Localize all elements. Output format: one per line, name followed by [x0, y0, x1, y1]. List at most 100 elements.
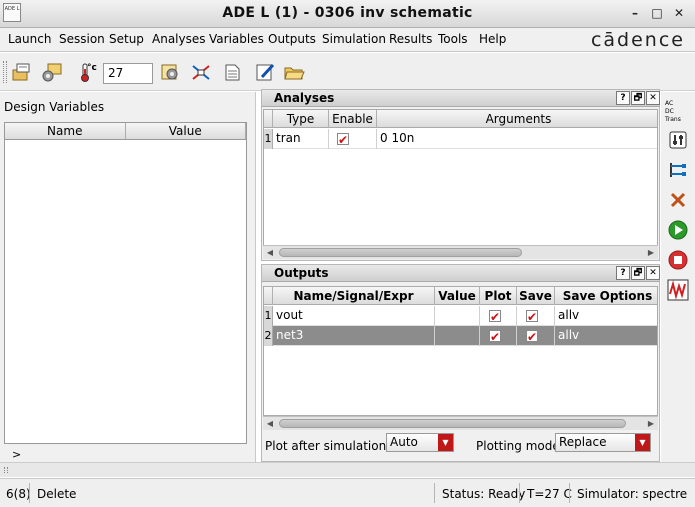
- column-arguments[interactable]: Arguments: [377, 110, 660, 128]
- help-icon[interactable]: ?: [616, 91, 630, 105]
- scroll-right-icon[interactable]: ▶: [644, 246, 658, 259]
- run-status: Status: Ready: [442, 487, 526, 501]
- save-cell: [517, 326, 555, 346]
- tune-icon[interactable]: [665, 128, 691, 152]
- help-icon[interactable]: ?: [616, 266, 630, 280]
- setup-outputs-icon[interactable]: [665, 158, 691, 182]
- select-on-schematic-icon[interactable]: [190, 61, 212, 83]
- outputs-title: Outputs: [274, 266, 329, 280]
- menu-results[interactable]: Results: [389, 32, 432, 46]
- plotting-mode-value: Replace: [559, 435, 607, 449]
- last-action: Delete: [37, 487, 77, 501]
- save-checkbox[interactable]: [526, 328, 538, 346]
- toolbar-grip: [3, 61, 7, 83]
- row-corner: [264, 287, 273, 305]
- analyses-table[interactable]: Type Enable Arguments 1 tran 0 10n: [263, 109, 658, 247]
- enable-cell: [329, 129, 377, 149]
- menu-analyses[interactable]: Analyses: [152, 32, 206, 46]
- status-divider: [519, 483, 520, 503]
- analysis-label-trans: Trans: [665, 116, 681, 123]
- netlist-icon[interactable]: [221, 61, 243, 83]
- maximize-button[interactable]: □: [650, 6, 664, 20]
- design-variables-table[interactable]: Name Value: [4, 122, 247, 444]
- menu-outputs[interactable]: Outputs: [268, 32, 316, 46]
- column-value[interactable]: Value: [435, 287, 480, 305]
- outputs-title-bar: Outputs ? 🗗 ✕: [262, 265, 660, 282]
- temperature-status: T=27 C: [527, 487, 572, 501]
- run-simulation-icon[interactable]: [665, 218, 691, 242]
- analyses-hscrollbar[interactable]: ◀ ▶: [263, 245, 658, 259]
- table-row[interactable]: 1 vout allv: [264, 306, 657, 326]
- scroll-left-icon[interactable]: ◀: [263, 246, 277, 259]
- output-value: [435, 306, 480, 326]
- column-enable[interactable]: Enable: [329, 110, 377, 128]
- design-variables-header: Name Value: [5, 123, 246, 140]
- float-icon[interactable]: 🗗: [631, 266, 645, 280]
- row-number: 1: [264, 306, 273, 326]
- analysis-label-dc: DC: [665, 108, 674, 115]
- close-button[interactable]: ✕: [672, 6, 686, 20]
- output-name: net3: [273, 326, 435, 346]
- outputs-dock: Outputs ? 🗗 ✕ Name/Signal/Expr Value Plo…: [261, 264, 660, 462]
- status-divider: [569, 483, 570, 503]
- menu-tools[interactable]: Tools: [438, 32, 468, 46]
- column-name-signal-expr[interactable]: Name/Signal/Expr: [273, 287, 435, 305]
- scroll-left-icon[interactable]: ◀: [263, 417, 277, 430]
- selection-count: 6(8): [6, 487, 31, 501]
- table-row[interactable]: 1 tran 0 10n: [264, 129, 657, 149]
- menu-setup[interactable]: Setup: [109, 32, 144, 46]
- close-icon[interactable]: ✕: [646, 266, 660, 280]
- plot-checkbox[interactable]: [489, 308, 501, 326]
- column-type[interactable]: Type: [273, 110, 329, 128]
- edit-icon[interactable]: [254, 61, 276, 83]
- menu-launch[interactable]: Launch: [8, 32, 51, 46]
- float-icon[interactable]: 🗗: [631, 91, 645, 105]
- minimize-button[interactable]: –: [628, 6, 642, 20]
- scroll-right-icon[interactable]: ▶: [644, 417, 658, 430]
- outputs-table[interactable]: Name/Signal/Expr Value Plot Save Save Op…: [263, 286, 658, 416]
- column-save-options[interactable]: Save Options: [555, 287, 660, 305]
- plot-outputs-icon[interactable]: [665, 278, 691, 302]
- plot-cell: [480, 326, 517, 346]
- analyses-title-bar: Analyses ? 🗗 ✕: [262, 90, 660, 107]
- scroll-thumb[interactable]: [279, 248, 522, 257]
- scroll-grip[interactable]: [4, 467, 8, 473]
- plot-after-select[interactable]: Auto ▼: [386, 433, 454, 452]
- menu-variables[interactable]: Variables: [209, 32, 264, 46]
- outputs-hscrollbar[interactable]: ◀ ▶: [263, 416, 658, 430]
- cadence-logo: cādence: [590, 29, 685, 51]
- menu-bar: Launch Session Setup Analyses Variables …: [0, 28, 695, 52]
- plot-checkbox[interactable]: [489, 328, 501, 346]
- stop-simulation-icon[interactable]: [665, 248, 691, 272]
- output-name: vout: [273, 306, 435, 326]
- menu-simulation[interactable]: Simulation: [322, 32, 386, 46]
- plot-after-value: Auto: [390, 435, 418, 449]
- load-state-icon[interactable]: [11, 61, 33, 83]
- main-hscrollbar[interactable]: [0, 462, 695, 477]
- outputs-header: Name/Signal/Expr Value Plot Save Save Op…: [264, 287, 657, 305]
- save-checkbox[interactable]: [526, 308, 538, 326]
- simulation-setup-icon[interactable]: [159, 61, 181, 83]
- right-toolbar: AC DC Trans: [661, 92, 695, 462]
- analyses-dock: Analyses ? 🗗 ✕ Type Enable Arguments 1 t…: [261, 89, 660, 261]
- design-variables-panel: Design Variables Name Value >: [0, 92, 256, 462]
- delete-icon[interactable]: [665, 188, 691, 212]
- column-plot[interactable]: Plot: [480, 287, 517, 305]
- enable-checkbox[interactable]: [337, 131, 349, 149]
- temperature-input[interactable]: 27: [103, 63, 153, 84]
- row-corner: [264, 110, 273, 128]
- close-icon[interactable]: ✕: [646, 91, 660, 105]
- design-variables-label: Design Variables: [4, 100, 105, 114]
- plotting-mode-select[interactable]: Replace ▼: [555, 433, 651, 452]
- expand-arrow[interactable]: >: [12, 448, 21, 461]
- menu-help[interactable]: Help: [479, 32, 506, 46]
- choose-analyses-button[interactable]: AC DC Trans: [665, 98, 691, 126]
- scroll-thumb[interactable]: [279, 419, 626, 428]
- open-folder-icon[interactable]: [283, 61, 305, 83]
- table-row-selected[interactable]: 2 net3 allv: [264, 326, 657, 346]
- column-save[interactable]: Save: [517, 287, 555, 305]
- setup-environment-icon[interactable]: [41, 61, 63, 83]
- column-name[interactable]: Name: [5, 123, 126, 139]
- column-value[interactable]: Value: [126, 123, 246, 139]
- menu-session[interactable]: Session: [59, 32, 105, 46]
